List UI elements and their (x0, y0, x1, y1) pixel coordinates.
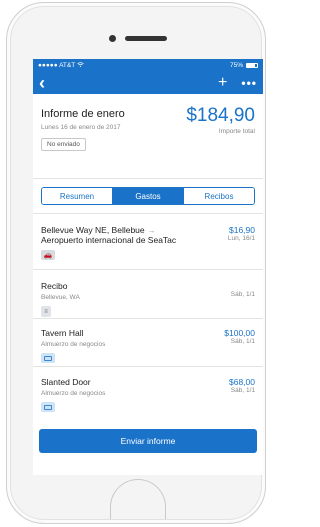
receipt-icon: ≡ (41, 306, 51, 317)
expense-row-slanted-door[interactable]: Slanted Door Almuerzo de negocios $68,00… (33, 367, 263, 412)
expense-subtitle: Bellevue, WA (41, 294, 80, 301)
credit-card-icon (41, 402, 55, 412)
plus-icon[interactable]: + (218, 75, 227, 91)
segmented-tabs: Resumen Gastos Recibos (41, 187, 255, 205)
wifi-icon (77, 62, 84, 69)
app-screen: ●●●●● AT&T 75% ‹ + ••• Informe de enero … (33, 59, 263, 475)
report-total-label: Importe total (218, 128, 255, 135)
expense-date: Lun, 16/1 (227, 235, 255, 242)
tab-resumen[interactable]: Resumen (42, 188, 113, 204)
car-icon: 🚗 (41, 250, 55, 260)
header-divider (33, 178, 263, 179)
report-header: Informe de enero Lunes 16 de enero de 20… (33, 94, 263, 178)
expense-date: Sáb, 1/1 (230, 387, 255, 394)
expense-amount: $100,00 (224, 328, 255, 338)
expense-row-receipt[interactable]: Recibo Bellevue, WA Sáb, 1/1 ≡ (33, 270, 263, 319)
expense-amount: $68,00 (229, 377, 255, 387)
expense-subtitle: Almuerzo de negocios (41, 390, 106, 397)
tab-gastos[interactable]: Gastos (113, 188, 184, 204)
expense-date: Sáb, 1/1 (230, 338, 255, 345)
expense-row-trip[interactable]: Bellevue Way NE, Bellebue → Aeropuerto in… (33, 214, 263, 270)
phone-frame: ●●●●● AT&T 75% ‹ + ••• Informe de enero … (6, 2, 266, 524)
camera-dot (109, 35, 116, 42)
battery-icon (246, 63, 258, 68)
tab-recibos[interactable]: Recibos (184, 188, 254, 204)
carrier-label: ●●●●● AT&T (38, 62, 76, 69)
expense-title: Bellevue Way NE, Bellebue (41, 225, 145, 235)
submit-report-button[interactable]: Enviar informe (39, 429, 257, 453)
home-button[interactable] (110, 479, 166, 519)
nav-bar: ‹ + ••• (33, 72, 263, 94)
expense-title: Tavern Hall (41, 328, 84, 338)
chevron-left-icon[interactable]: ‹ (39, 74, 45, 92)
status-badge: No enviado (41, 138, 86, 151)
expense-title: Recibo (41, 281, 68, 291)
report-total-amount: $184,90 (186, 105, 255, 126)
expense-row-tavern-hall[interactable]: Tavern Hall Almuerzo de negocios $100,00… (33, 319, 263, 367)
speaker-grille (125, 36, 167, 41)
expense-subtitle: Almuerzo de negocios (41, 341, 106, 348)
battery-percent: 75% (229, 62, 243, 69)
status-bar: ●●●●● AT&T 75% (33, 59, 263, 72)
more-icon[interactable]: ••• (241, 76, 257, 90)
expense-date: Sáb, 1/1 (230, 291, 255, 298)
expense-list: Bellevue Way NE, Bellebue → Aeropuerto in… (33, 214, 263, 412)
credit-card-icon (41, 353, 55, 363)
arrow-right-icon: → (147, 226, 156, 235)
expense-title: Slanted Door (41, 377, 91, 387)
expense-amount: $16,90 (229, 225, 255, 235)
expense-destination: Aeropuerto internacional de SeaTac (41, 235, 177, 245)
